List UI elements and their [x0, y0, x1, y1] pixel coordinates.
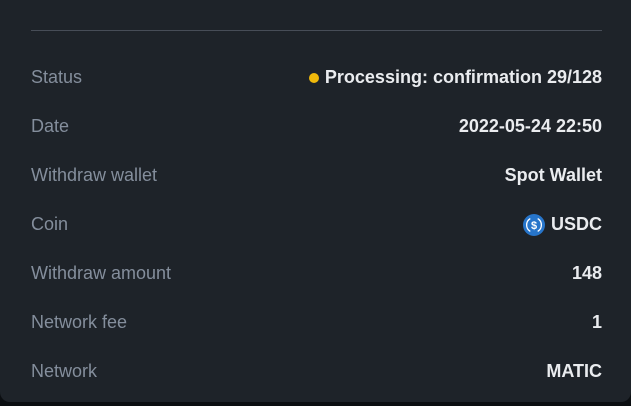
coin-label: Coin [31, 214, 69, 234]
coin-value: $ USDC [522, 213, 602, 236]
network-fee-value: 1 [591, 312, 602, 332]
status-dot-icon [308, 72, 319, 83]
network-label: Network [31, 361, 98, 381]
withdraw-wallet-value: Spot Wallet [504, 165, 602, 185]
status-value: Processing: confirmation 29/128 [308, 67, 602, 88]
svg-text:$: $ [531, 220, 537, 232]
status-text: Processing: confirmation 29/128 [324, 67, 602, 87]
network-fee-row: Network fee 1 [31, 298, 602, 347]
date-label: Date [31, 116, 70, 136]
status-label: Status [31, 67, 83, 87]
date-row: Date 2022-05-24 22:50 [31, 102, 602, 151]
network-fee-label: Network fee [31, 312, 128, 332]
usdc-icon: $ [522, 213, 545, 236]
date-value: 2022-05-24 22:50 [458, 116, 602, 136]
network-value: MATIC [546, 361, 602, 381]
coin-row: Coin $ USDC [31, 200, 602, 249]
withdraw-amount-row: Withdraw amount 148 [31, 249, 602, 298]
withdraw-amount-label: Withdraw amount [31, 263, 172, 283]
withdraw-amount-value: 148 [571, 263, 602, 283]
network-row: Network MATIC [31, 347, 602, 396]
coin-symbol: USDC [550, 214, 602, 234]
status-row: Status Processing: confirmation 29/128 [31, 53, 602, 102]
details-list: Status Processing: confirmation 29/128 D… [31, 53, 602, 396]
top-divider [31, 30, 602, 31]
withdraw-wallet-row: Withdraw wallet Spot Wallet [31, 151, 602, 200]
withdrawal-details-panel: Status Processing: confirmation 29/128 D… [0, 0, 631, 402]
withdraw-wallet-label: Withdraw wallet [31, 165, 158, 185]
